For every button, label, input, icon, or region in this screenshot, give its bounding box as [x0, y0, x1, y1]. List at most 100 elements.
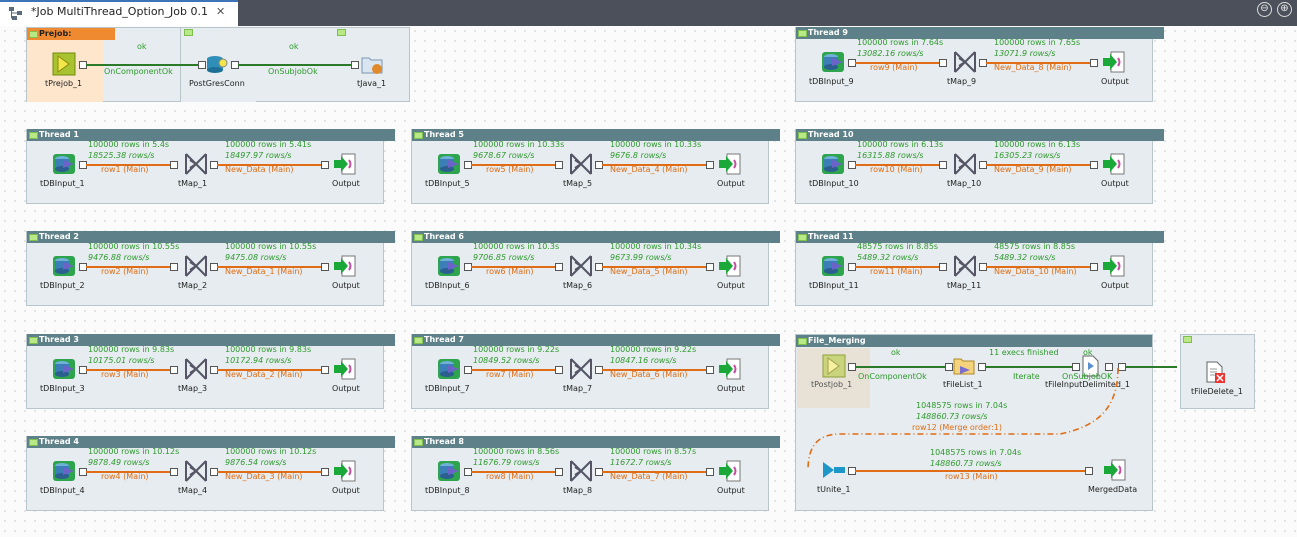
pin-icon [337, 29, 346, 36]
job-design-canvas[interactable]: Prejob: File_Merging Thread 1 tDBInput_1 t… [0, 26, 1297, 537]
prejob-link[interactable] [86, 64, 198, 66]
output-label: Output [1101, 77, 1129, 86]
tmap-icon[interactable] [569, 357, 593, 381]
dbinput-icon[interactable] [52, 152, 76, 176]
output-icon[interactable] [1102, 152, 1126, 176]
postgres-icon[interactable] [204, 53, 228, 77]
subjob-ok-link[interactable] [1125, 366, 1177, 368]
tmap-icon[interactable] [953, 50, 977, 74]
tmap-label: tMap_10 [947, 179, 982, 188]
minimize-icon[interactable]: ⊖ [1257, 2, 1272, 17]
tmap-icon[interactable] [953, 152, 977, 176]
output-rate: 18497.97 rows/s [225, 151, 292, 160]
output-rate: 9676.8 rows/s [610, 151, 667, 160]
dbinput-icon[interactable] [821, 152, 845, 176]
output-icon[interactable] [718, 254, 742, 278]
dbinput-label: tDBInput_3 [40, 384, 85, 393]
dbinput-icon[interactable] [437, 459, 461, 483]
input-stat: 100000 rows in 10.33s [473, 140, 565, 149]
unite-row-label: row13 (Main) [945, 472, 998, 481]
output-stat: 100000 rows in 9.83s [225, 345, 312, 354]
input-stat: 100000 rows in 8.56s [473, 447, 560, 456]
input-rate: 5489.32 rows/s [857, 253, 919, 262]
job-tab[interactable]: *Job MultiThread_Option_Job 0.1 ✕ [0, 0, 238, 26]
subjob-ok-label: ok [289, 42, 299, 51]
input-rate: 9678.67 rows/s [473, 151, 535, 160]
tmap-icon[interactable] [953, 254, 977, 278]
tmap-label: tMap_1 [178, 179, 208, 188]
dbinput-icon[interactable] [52, 459, 76, 483]
output-label: Output [332, 281, 360, 290]
tmap-icon[interactable] [184, 357, 208, 381]
tjava-label: tJava_1 [357, 79, 387, 88]
output-rate: 5489.32 rows/s [994, 253, 1056, 262]
output-icon[interactable] [333, 357, 357, 381]
thread-header: Thread 2 [27, 231, 395, 243]
tprejob-label: tPrejob_1 [45, 79, 83, 88]
dbinput-icon[interactable] [437, 152, 461, 176]
input-rate: 10175.01 rows/s [88, 356, 155, 365]
tmap-icon[interactable] [184, 459, 208, 483]
tmap-icon[interactable] [569, 254, 593, 278]
tmap-icon[interactable] [184, 152, 208, 176]
output-stat: 100000 rows in 10.33s [610, 140, 702, 149]
tmap-label: tMap_9 [947, 77, 977, 86]
dbinput-label: tDBInput_2 [40, 281, 85, 290]
ok-label: ok [1083, 348, 1093, 357]
tmap-icon[interactable] [184, 254, 208, 278]
output-row-label: New_Data_9 (Main) [994, 165, 1072, 174]
tfiledelete-icon[interactable] [1203, 360, 1227, 384]
unite-rate: 148860.73 rows/s [930, 459, 1002, 468]
output-rate: 11672.7 rows/s [610, 458, 672, 467]
prejob-header: Prejob: [27, 28, 115, 40]
output-stat: 100000 rows in 5.41s [225, 140, 312, 149]
thread-header: Thread 8 [412, 436, 780, 448]
output-icon[interactable] [1102, 254, 1126, 278]
dbinput-icon[interactable] [437, 357, 461, 381]
dbinput-icon[interactable] [821, 254, 845, 278]
output-row-label: New_Data_4 (Main) [610, 165, 688, 174]
tjava-icon[interactable] [360, 53, 384, 77]
dbinput-icon[interactable] [52, 254, 76, 278]
merge-row-label: row12 (Merge order:1) [912, 423, 1003, 432]
input-rate: 9878.49 rows/s [88, 458, 150, 467]
tmap-label: tMap_2 [178, 281, 208, 290]
prejob-ok-label: ok [137, 42, 147, 51]
tmap-icon[interactable] [569, 152, 593, 176]
output-rate: 10847.16 rows/s [610, 356, 677, 365]
output-icon[interactable] [333, 254, 357, 278]
thread-header: Thread 6 [412, 231, 780, 243]
dbinput-icon[interactable] [437, 254, 461, 278]
tmap-icon[interactable] [569, 459, 593, 483]
maximize-icon[interactable]: ⊕ [1277, 2, 1292, 17]
tunite-label: tUnite_1 [817, 485, 851, 494]
row-label: row9 (Main) [870, 63, 918, 72]
output-icon[interactable] [718, 152, 742, 176]
output-rate: 16305.23 rows/s [994, 151, 1061, 160]
thread-header: Thread 5 [412, 129, 780, 141]
output-label: Output [717, 384, 745, 393]
row-label: row4 (Main) [101, 472, 149, 481]
output-stat: 100000 rows in 10.34s [610, 242, 702, 251]
dbinput-icon[interactable] [52, 357, 76, 381]
output-icon[interactable] [718, 459, 742, 483]
close-icon[interactable]: ✕ [216, 5, 225, 18]
tunite-icon[interactable] [822, 458, 846, 482]
output-rate: 9475.08 rows/s [225, 253, 287, 262]
output-row-label: New_Data_10 (Main) [994, 267, 1077, 276]
subjob-link[interactable] [238, 64, 351, 66]
postjob-ok-label: ok [891, 348, 901, 357]
output-rate: 9673.99 rows/s [610, 253, 672, 262]
input-stat: 100000 rows in 7.64s [857, 38, 944, 47]
output-icon[interactable] [333, 152, 357, 176]
output-icon[interactable] [1102, 50, 1126, 74]
output-label: Output [717, 486, 745, 495]
dbinput-icon[interactable] [821, 50, 845, 74]
tmap-label: tMap_4 [178, 486, 208, 495]
tmap-label: tMap_3 [178, 384, 208, 393]
tprejob-icon[interactable] [52, 52, 76, 76]
input-stat: 100000 rows in 9.83s [88, 345, 175, 354]
output-icon[interactable] [718, 357, 742, 381]
output-icon[interactable] [333, 459, 357, 483]
output-icon[interactable] [1103, 458, 1127, 482]
